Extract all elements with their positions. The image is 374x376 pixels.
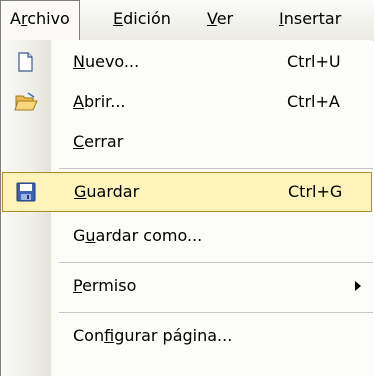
menu-ver-label-b: V [207,9,217,28]
menu-edicion[interactable]: Edición [104,0,180,40]
menu-archivo-label-c: chivo [27,9,70,28]
menu-item-label: Guardar [74,182,140,201]
menu-item-guardar-como[interactable]: Guardar como... [1,216,373,256]
menu-item-label: Abrir... [73,92,126,111]
menu-archivo-label-a: A [10,9,21,28]
menu-archivo[interactable]: Archivo [0,0,80,40]
menu-ver[interactable]: Ver [198,0,242,40]
menu-separator [59,262,373,263]
shortcut-text: Ctrl+A [287,92,340,111]
menu-ver-label-c: er [216,9,234,28]
archivo-dropdown-menu: Nuevo... Ctrl+U Abrir... Ctrl+A Cerrar G… [0,40,373,376]
menu-insertar-label-c: nsertar [283,9,342,28]
menu-item-label: Configurar página... [73,326,233,345]
menu-item-abrir[interactable]: Abrir... Ctrl+A [1,82,373,122]
menu-insertar[interactable]: Insertar [270,0,350,40]
menu-separator [59,312,373,313]
menu-item-nuevo[interactable]: Nuevo... Ctrl+U [1,42,373,82]
new-document-icon [14,51,36,73]
shortcut-text: Ctrl+U [287,52,341,71]
menu-bar: Archivo Edición Ver Insertar [0,0,374,41]
save-disk-icon [15,181,37,203]
menu-item-label: Cerrar [73,132,124,151]
menu-edicion-label-c: dición [123,9,171,28]
open-folder-icon [14,91,38,113]
menu-edicion-label-b: E [113,9,124,28]
menu-item-label: Nuevo... [73,52,140,71]
menu-item-label: Guardar como... [73,226,203,245]
menu-item-label: Permiso [73,276,137,295]
shortcut-text: Ctrl+G [288,182,343,201]
menu-item-guardar[interactable]: Guardar Ctrl+G [2,172,372,212]
menu-item-configurar-pagina[interactable]: Configurar página... [1,316,373,356]
submenu-arrow-icon [355,281,361,291]
menu-item-permiso[interactable]: Permiso [1,266,373,306]
menu-item-cerrar[interactable]: Cerrar [1,122,373,162]
menu-separator [59,168,373,169]
